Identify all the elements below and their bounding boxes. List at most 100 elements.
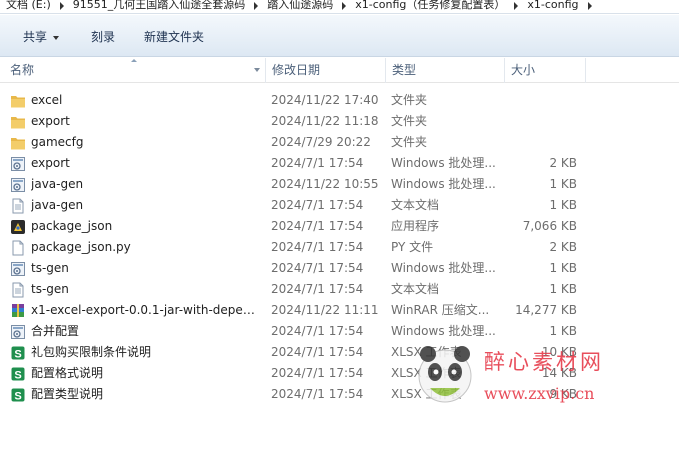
file-row[interactable]: java-gen 2024/11/22 10:55 Windows 批处理... 1 … [0, 174, 679, 195]
file-name: package_json.py [31, 240, 131, 254]
file-row[interactable]: package_json 2024/7/1 17:54 应用程序 7,066 KB [0, 216, 679, 237]
file-date: 2024/11/22 17:40 [271, 93, 379, 107]
file-row[interactable]: S 配置类型说明 2024/7/1 17:54 XLSX 工作表 9 KB [0, 384, 679, 405]
batch-file-icon [10, 177, 26, 193]
file-type: 文件夹 [391, 135, 428, 149]
file-size: 1 KB [549, 261, 577, 275]
breadcrumb-item[interactable]: 文档 (E:) [6, 0, 51, 11]
file-row[interactable]: x1-excel-export-0.0.1-jar-with-depen... 2… [0, 300, 679, 321]
file-type: Windows 批处理... [391, 156, 496, 170]
file-name: export [31, 114, 70, 128]
file-list: excel 2024/11/22 17:40 文件夹 export 2024/11/22… [0, 90, 679, 405]
file-date: 2024/7/1 17:54 [271, 240, 364, 254]
chevron-right-icon[interactable] [587, 2, 592, 10]
file-type: 文本文档 [391, 282, 440, 296]
file-date: 2024/7/1 17:54 [271, 156, 364, 170]
file-date: 2024/7/1 17:54 [271, 282, 364, 296]
column-name-label: 名称 [10, 63, 35, 77]
svg-text:S: S [14, 391, 21, 403]
file-size: 1 KB [549, 177, 577, 191]
file-type: 文本文档 [391, 198, 440, 212]
file-type: XLSX 工作表 [391, 345, 462, 359]
file-type: Windows 批处理... [391, 177, 496, 191]
file-date: 2024/7/1 17:54 [271, 366, 364, 380]
breadcrumb-item[interactable]: 踏入仙途源码 [267, 0, 333, 11]
file-row[interactable]: export 2024/11/22 11:18 文件夹 [0, 111, 679, 132]
file-name: ts-gen [31, 261, 69, 275]
file-row[interactable]: ts-gen 2024/7/1 17:54 文本文档 1 KB [0, 279, 679, 300]
file-date: 2024/7/1 17:54 [271, 324, 364, 338]
spreadsheet-icon: S [10, 366, 26, 382]
file-name: 合并配置 [31, 324, 80, 338]
column-date[interactable]: 修改日期 [266, 58, 384, 83]
file-date: 2024/11/22 11:11 [271, 303, 379, 317]
folder-icon [10, 114, 26, 130]
column-date-label: 修改日期 [272, 63, 321, 77]
share-button[interactable]: 共享 [23, 29, 60, 45]
file-row[interactable]: gamecfg 2024/7/29 20:22 文件夹 [0, 132, 679, 153]
column-size[interactable]: 大小 [505, 58, 585, 83]
new-folder-button[interactable]: 新建文件夹 [144, 29, 204, 45]
file-name: 配置类型说明 [31, 387, 104, 401]
file-name: x1-excel-export-0.0.1-jar-with-depen... [31, 303, 261, 317]
file-type: WinRAR 压缩文... [391, 303, 490, 317]
file-type: XLSX 工作表 [391, 366, 462, 380]
column-size-label: 大小 [511, 63, 536, 77]
command-toolbar: 共享 刻录 新建文件夹 [0, 15, 679, 57]
file-date: 2024/11/22 11:18 [271, 114, 379, 128]
file-row[interactable]: ts-gen 2024/7/1 17:54 Windows 批处理... 1 KB [0, 258, 679, 279]
file-size: 2 KB [549, 156, 577, 170]
column-type-label: 类型 [392, 63, 417, 77]
breadcrumb: 文档 (E:) 91551_几何王国踏入仙途全套源码 踏入仙途源码 x1-config… [0, 0, 679, 14]
file-type: Windows 批处理... [391, 324, 496, 338]
column-type[interactable]: 类型 [386, 58, 504, 83]
file-type: XLSX 工作表 [391, 387, 462, 401]
file-row[interactable]: excel 2024/11/22 17:40 文件夹 [0, 90, 679, 111]
folder-icon [10, 93, 26, 109]
breadcrumb-item[interactable]: x1-config（任务修复配置表） [355, 0, 505, 11]
file-size: 14 KB [541, 366, 577, 380]
file-row[interactable]: export 2024/7/1 17:54 Windows 批处理... 2 KB [0, 153, 679, 174]
column-divider[interactable] [585, 58, 586, 83]
column-name-filter-icon[interactable] [254, 68, 260, 72]
spreadsheet-icon: S [10, 345, 26, 361]
text-file-icon [10, 198, 26, 214]
folder-icon [10, 135, 26, 151]
file-row[interactable]: package_json.py 2024/7/1 17:54 PY 文件 2 KB [0, 237, 679, 258]
batch-file-icon [10, 324, 26, 340]
file-type: PY 文件 [391, 240, 434, 254]
file-row[interactable]: S 礼包购买限制条件说明 2024/7/1 17:54 XLSX 工作表 10 KB [0, 342, 679, 363]
chevron-right-icon[interactable] [342, 2, 347, 10]
breadcrumb-item[interactable]: x1-config [527, 0, 578, 11]
file-size: 1 KB [549, 198, 577, 212]
file-size: 2 KB [549, 240, 577, 254]
file-date: 2024/7/1 17:54 [271, 198, 364, 212]
chevron-right-icon[interactable] [514, 2, 519, 10]
file-size: 14,277 KB [515, 303, 577, 317]
file-name: excel [31, 93, 63, 107]
burn-button[interactable]: 刻录 [91, 29, 115, 45]
file-type: 文件夹 [391, 93, 428, 107]
chevron-right-icon[interactable] [59, 2, 64, 10]
burn-button-label: 刻录 [91, 30, 116, 44]
breadcrumb-item[interactable]: 91551_几何王国踏入仙途全套源码 [73, 0, 246, 11]
file-date: 2024/7/1 17:54 [271, 219, 364, 233]
file-name: java-gen [31, 198, 84, 212]
chevron-right-icon[interactable] [254, 2, 259, 10]
file-name: export [31, 156, 70, 170]
file-date: 2024/7/1 17:54 [271, 261, 364, 275]
file-size: 1 KB [549, 324, 577, 338]
file-name: 配置格式说明 [31, 366, 104, 380]
file-row[interactable]: 合并配置 2024/7/1 17:54 Windows 批处理... 1 KB [0, 321, 679, 342]
svg-text:S: S [14, 349, 21, 361]
file-row[interactable]: java-gen 2024/7/1 17:54 文本文档 1 KB [0, 195, 679, 216]
new-folder-button-label: 新建文件夹 [144, 30, 205, 44]
column-name[interactable]: 名称 [4, 58, 264, 83]
file-type: Windows 批处理... [391, 261, 496, 275]
file-name: java-gen [31, 177, 84, 191]
file-row[interactable]: S 配置格式说明 2024/7/1 17:54 XLSX 工作表 14 KB [0, 363, 679, 384]
application-icon [10, 219, 26, 235]
svg-text:S: S [14, 370, 21, 382]
file-size: 7,066 KB [522, 219, 577, 233]
file-type: 文件夹 [391, 114, 428, 128]
